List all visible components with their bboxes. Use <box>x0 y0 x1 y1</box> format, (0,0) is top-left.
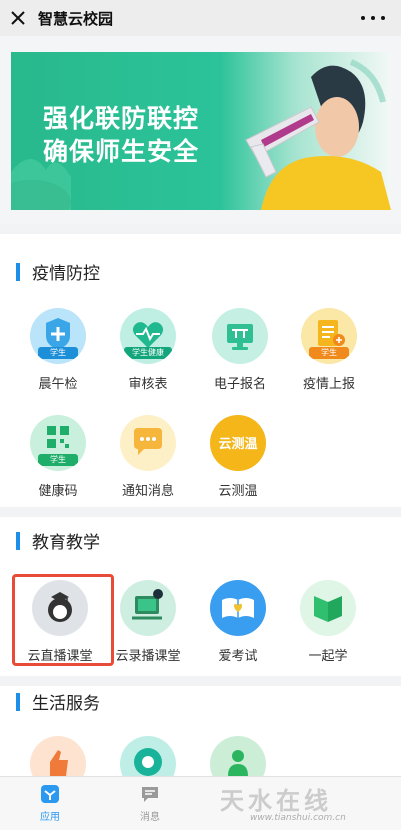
icon-tag: 学生 <box>321 348 337 357</box>
section-divider <box>0 224 401 234</box>
watermark-text: 天水在线 <box>220 786 332 815</box>
message-icon <box>120 415 176 471</box>
section-marker <box>16 262 20 281</box>
section-marker <box>16 531 20 550</box>
tab-label: 消息 <box>140 812 160 823</box>
app-item-label: 疫情上报 <box>302 377 355 392</box>
banner-line-1: 强化联防联控 <box>43 104 200 133</box>
recorded-class-icon <box>120 580 176 636</box>
chat-icon <box>142 787 158 802</box>
app-item-review-form[interactable]: 学生健康 审核表 <box>100 308 196 392</box>
section-divider <box>0 507 401 517</box>
banner[interactable]: 强化联防联控 确保师生安全 <box>11 52 391 210</box>
close-button[interactable] <box>0 0 36 36</box>
app-item-study-together[interactable]: 一起学 <box>280 580 376 664</box>
app-item-exam[interactable]: 爱考试 <box>190 580 286 664</box>
icon-text: 云测温 <box>218 437 258 452</box>
app-item-label: 云录播课堂 <box>115 649 181 664</box>
section-title-text: 生活服务 <box>32 694 100 714</box>
shield-plus-icon: 学生 <box>30 308 86 364</box>
app-item-morning-check[interactable]: 学生 晨午检 <box>10 308 106 392</box>
banner-line-2: 确保师生安全 <box>43 137 200 166</box>
app-item-e-register[interactable]: 电子报名 <box>192 308 288 392</box>
app-item-epidemic-report[interactable]: 学生 疫情上报 <box>281 308 377 392</box>
heart-pulse-icon: 学生健康 <box>120 308 176 364</box>
app-item-label: 健康码 <box>38 484 78 499</box>
app-item-label: 晨午检 <box>38 377 78 392</box>
page-title: 智慧云校园 <box>38 9 114 28</box>
app-item-cloud-temperature[interactable]: 云测温 云测温 <box>190 415 286 499</box>
apps-icon <box>41 785 59 803</box>
app-item-label: 云测温 <box>218 484 258 499</box>
section-title-text: 疫情防控 <box>32 264 100 284</box>
app-item-recorded-class[interactable]: 云录播课堂 <box>100 580 196 664</box>
app-item-label: 审核表 <box>128 377 168 392</box>
tab-apps[interactable]: 应用 <box>20 783 80 823</box>
study-together-icon <box>300 580 356 636</box>
section-title-education: 教育教学 <box>16 528 100 553</box>
watermark-url: www.tianshui.com.cn <box>250 813 346 823</box>
more-menu-button[interactable] <box>361 8 385 28</box>
section-title-text: 教育教学 <box>32 533 100 553</box>
icon-tag: 学生 <box>50 348 66 357</box>
tab-messages[interactable]: 消息 <box>120 783 180 823</box>
more-dot-icon <box>381 16 385 20</box>
section-marker <box>16 692 20 711</box>
watermark: 天水在线 www.tianshui.com.cn <box>210 781 398 827</box>
monitor-icon <box>212 308 268 364</box>
title-bar: 智慧云校园 <box>0 0 401 36</box>
thermometer-icon: 云测温 <box>210 415 266 471</box>
section-title-epidemic: 疫情防控 <box>16 259 100 284</box>
banner-slogan: 强化联防联控 确保师生安全 <box>43 102 199 168</box>
banner-area: 强化联防联控 确保师生安全 <box>0 36 401 224</box>
bottom-tab-bar: 应用 消息 天水在线 www.tianshui.com.cn <box>0 776 401 830</box>
app-item-label: 一起学 <box>308 649 348 664</box>
section-divider <box>0 676 401 686</box>
highlight-box <box>12 574 114 666</box>
report-icon: 学生 <box>301 308 357 364</box>
app-item-label: 电子报名 <box>213 377 266 392</box>
more-dot-icon <box>371 16 375 20</box>
app-item-label: 爱考试 <box>218 649 258 664</box>
more-dot-icon <box>361 16 365 20</box>
app-item-notification[interactable]: 通知消息 <box>100 415 196 499</box>
qr-code-icon: 学生 <box>30 415 86 471</box>
section-title-life: 生活服务 <box>16 689 100 714</box>
icon-tag: 学生健康 <box>132 348 164 357</box>
tab-label: 应用 <box>40 812 60 823</box>
app-item-health-code[interactable]: 学生 健康码 <box>10 415 106 499</box>
icon-tag: 学生 <box>50 455 66 464</box>
close-icon <box>11 11 25 25</box>
app-item-label: 通知消息 <box>121 484 174 499</box>
exam-book-icon <box>210 580 266 636</box>
